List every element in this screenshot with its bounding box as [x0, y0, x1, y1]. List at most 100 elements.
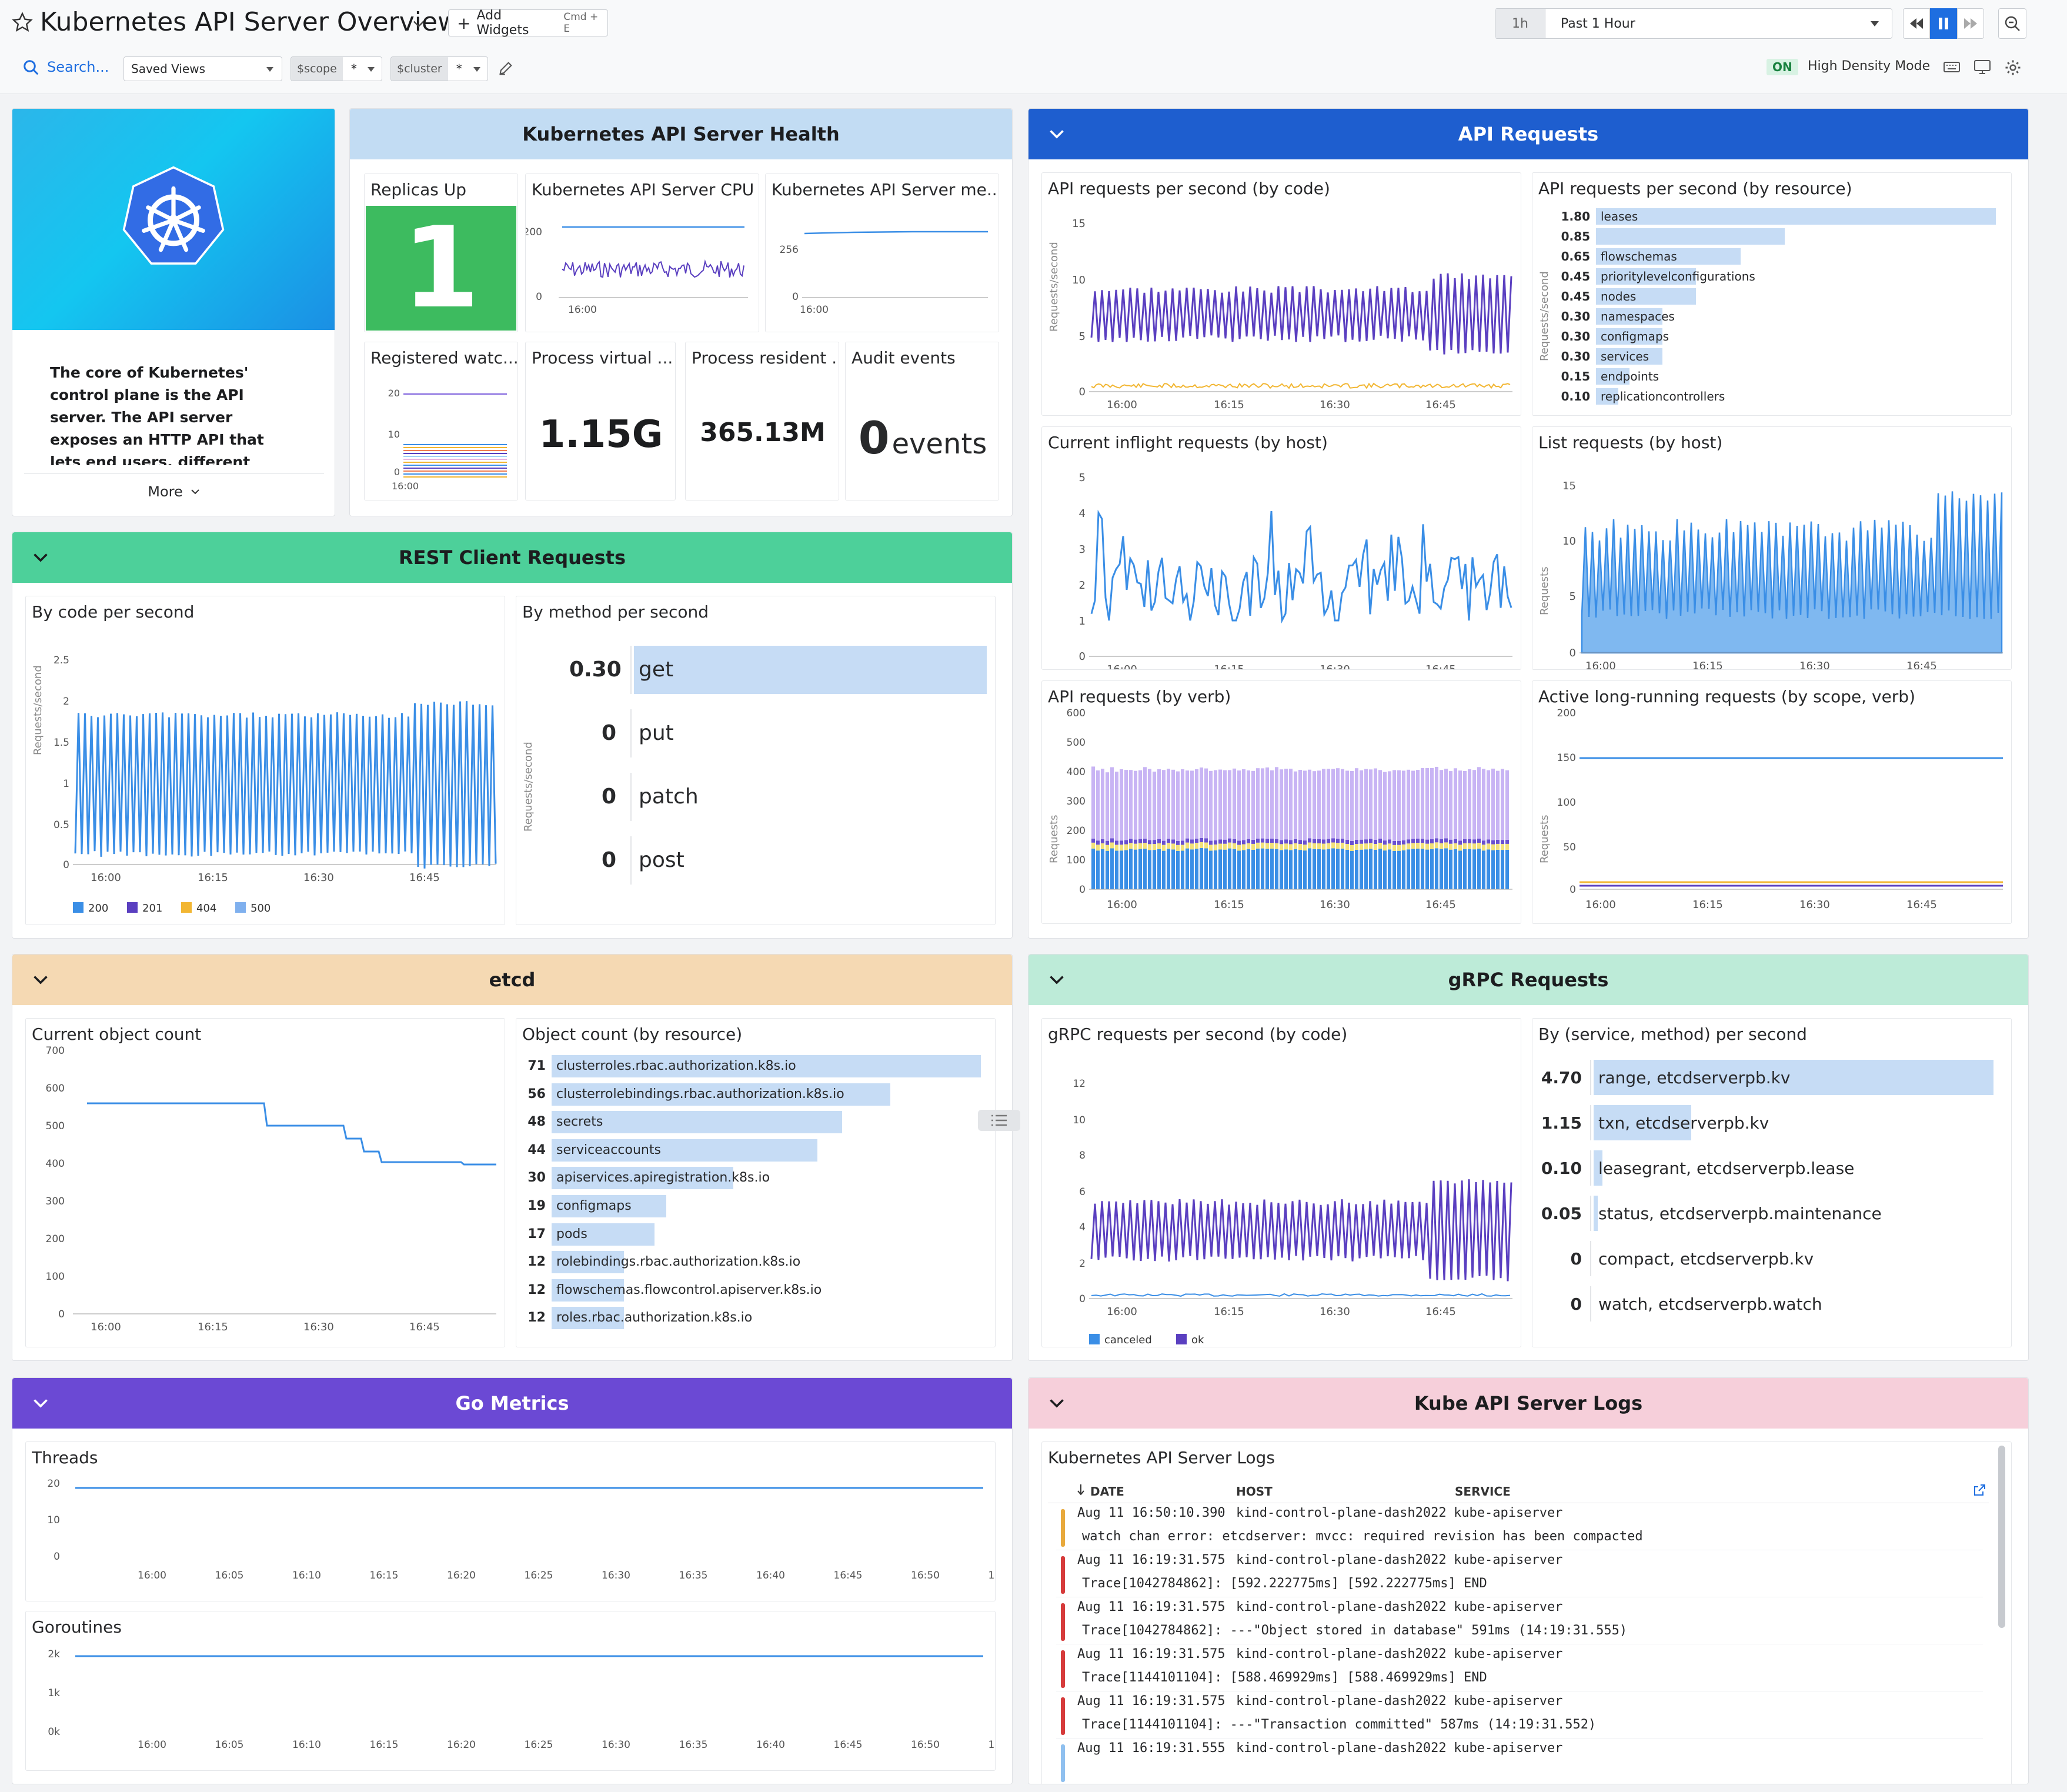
resource-row[interactable]: 0.45 prioritylevelconfigurations [1556, 267, 2003, 287]
resource-row[interactable]: 0.30 services [1556, 347, 2003, 367]
zoom-out-button[interactable] [1998, 8, 2026, 39]
grpc-header[interactable]: gRPC Requests [1029, 955, 2028, 1005]
chevron-down-icon[interactable] [30, 969, 51, 990]
log-row[interactable]: Aug 11 16:19:31.575 kind-control-plane-da… [1056, 1691, 1983, 1738]
inflight-widget[interactable]: Current inflight requests (by host) 5 4 3 2… [1041, 426, 1521, 670]
resource-row[interactable]: 1.80 leases [1556, 207, 2003, 227]
method-row[interactable]: 0 compact, etcdserverpb.kv [1532, 1237, 2003, 1283]
list-requests-widget[interactable]: List requests (by host) Requests 15 10 5 0 … [1532, 426, 2012, 670]
forward-button[interactable] [1957, 8, 1984, 39]
go-metrics-header[interactable]: Go Metrics [12, 1378, 1012, 1429]
api-by-resource-widget[interactable]: API requests per second (by resource) Re… [1532, 172, 2012, 416]
verb-bar-segment [1214, 770, 1217, 840]
api-requests-header[interactable]: API Requests [1029, 109, 2028, 159]
virtual-memory-widget[interactable]: Process virtual ... 1.15G [525, 342, 676, 500]
etcd-header[interactable]: etcd [12, 955, 1012, 1005]
density-toggle[interactable]: ON [1767, 59, 1798, 75]
resource-row[interactable]: 71 clusterroles.rbac.authorization.k8s.io [516, 1053, 987, 1081]
resource-row[interactable]: 0.30 namespaces [1556, 307, 2003, 327]
method-row[interactable]: 1.15 txn, etcdserverpb.kv [1532, 1102, 2003, 1147]
resource-row[interactable]: 12 rolebindings.rbac.authorization.k8s.io [516, 1249, 987, 1277]
method-row[interactable]: 0.10 leasegrant, etcdserverpb.lease [1532, 1147, 2003, 1192]
keyboard-icon[interactable] [1943, 60, 1961, 74]
watchers-widget[interactable]: Registered watc... 20 10 0 16:00 [364, 342, 518, 500]
cpu-widget[interactable]: Kubernetes API Server CPU ... 200 0 16:0… [525, 173, 759, 332]
rest-by-method-widget[interactable]: By method per second Requests/second 0.3… [516, 596, 996, 925]
resource-row[interactable]: 0.65 flowschemas [1556, 247, 2003, 267]
more-button[interactable]: More [24, 473, 324, 509]
memory-widget[interactable]: Kubernetes API Server me... 256 0 16:00 [765, 173, 999, 332]
chevron-down-icon[interactable] [1046, 1392, 1067, 1413]
resident-memory-widget[interactable]: Process resident ... 365.13M [685, 342, 839, 500]
resource-row[interactable]: 44 serviceaccounts [516, 1137, 987, 1165]
resource-row[interactable]: 19 configmaps [516, 1193, 987, 1221]
grpc-by-code-widget[interactable]: gRPC requests per second (by code) 12 10 8… [1041, 1018, 1521, 1347]
pencil-icon[interactable] [497, 60, 514, 76]
pause-button[interactable] [1930, 8, 1957, 39]
dashboard-title[interactable]: Kubernetes API Server Overview [40, 7, 459, 37]
col-service[interactable]: SERVICE [1455, 1484, 1511, 1499]
rest-by-code-widget[interactable]: By code per second Requests/second 2.5 2 1… [25, 596, 505, 925]
cluster-variable[interactable]: $cluster * [390, 56, 488, 81]
sort-down-icon[interactable] [1076, 1483, 1086, 1496]
log-row[interactable]: Aug 11 16:50:10.390 kind-control-plane-da… [1056, 1503, 1983, 1550]
replicas-widget[interactable]: Replicas Up 1 [364, 173, 518, 332]
bar-label: status, etcdserverpb.maintenance [1598, 1204, 1882, 1223]
resource-row[interactable]: 12 roles.rbac.authorization.k8s.io [516, 1304, 987, 1333]
chevron-down-icon[interactable] [1046, 123, 1067, 144]
method-row[interactable]: 0 patch [540, 765, 987, 828]
method-row[interactable]: 0 put [540, 701, 987, 765]
col-date[interactable]: DATE [1090, 1484, 1124, 1499]
resource-row[interactable]: 0.45 nodes [1556, 287, 2003, 307]
resource-row[interactable]: 48 secrets [516, 1109, 987, 1137]
gear-icon[interactable] [2004, 59, 2022, 76]
rewind-button[interactable] [1903, 8, 1930, 39]
object-count-widget[interactable]: Current object count 700 600 500 400 300 200 1… [25, 1018, 505, 1347]
log-row[interactable]: Aug 11 16:19:31.575 kind-control-plane-da… [1056, 1644, 1983, 1691]
resource-row[interactable]: 17 pods [516, 1221, 987, 1249]
object-by-resource-widget[interactable]: Object count (by resource) 71 clusterrole… [516, 1018, 996, 1347]
threads-widget[interactable]: Threads 20 10 0 16:00 16:05 16:10 16:15 16:20 1… [25, 1441, 996, 1601]
scope-variable[interactable]: $scope * [290, 56, 382, 81]
saved-views-select[interactable]: Saved Views [123, 56, 282, 81]
chevron-down-icon[interactable] [1046, 969, 1067, 990]
resource-row[interactable]: 0.10 replicationcontrollers [1556, 387, 2003, 407]
api-by-code-widget[interactable]: API requests per second (by code) Reques… [1041, 172, 1521, 416]
log-row[interactable]: Aug 11 16:19:31.575 kind-control-plane-da… [1056, 1597, 1983, 1644]
chevron-down-icon[interactable] [30, 1392, 51, 1413]
add-widgets-button[interactable]: + Add Widgets Cmd + E [448, 8, 608, 38]
search-link[interactable]: Search... [47, 59, 109, 75]
log-row[interactable]: Aug 11 16:19:31.575 kind-control-plane-da… [1056, 1550, 1983, 1597]
method-row[interactable]: 0.30 get [540, 638, 987, 701]
logs-scrollbar[interactable] [1998, 1446, 2005, 1628]
long-running-widget[interactable]: Active long-running requests (by scope, … [1532, 680, 2012, 924]
search-icon[interactable] [22, 59, 40, 76]
col-host[interactable]: HOST [1236, 1484, 1273, 1499]
api-by-verb-widget[interactable]: API requests (by verb) Requests 600 500 40… [1041, 680, 1521, 924]
goroutines-widget[interactable]: Goroutines 2k 1k 0k 16:00 16:05 16:10 16:15 16… [25, 1611, 996, 1771]
log-row[interactable]: Aug 11 16:19:31.555 kind-control-plane-da… [1056, 1738, 1983, 1784]
verb-bar-segment [1162, 840, 1166, 845]
resource-row[interactable]: 0.30 configmaps [1556, 327, 2003, 347]
grpc-by-method-widget[interactable]: By (service, method) per second 4.70 rang… [1532, 1018, 2012, 1347]
external-link-icon[interactable] [1972, 1483, 1986, 1497]
tv-mode-icon[interactable] [1973, 59, 1991, 75]
audit-events-widget[interactable]: Audit events 0events [845, 342, 999, 500]
logs-widget[interactable]: Kubernetes API Server Logs DATE HOST SER… [1041, 1441, 2012, 1784]
method-row[interactable]: 0 post [540, 828, 987, 892]
chevron-down-icon[interactable] [410, 15, 427, 32]
resource-row[interactable]: 30 apiservices.apiregistration.k8s.io [516, 1164, 987, 1193]
list-toggle-icon[interactable] [978, 1110, 1020, 1131]
resource-row[interactable]: 0.15 endpoints [1556, 367, 2003, 387]
chevron-down-icon[interactable] [30, 546, 51, 568]
time-range-select[interactable]: 1h Past 1 Hour [1495, 8, 1892, 39]
resource-row[interactable]: 12 flowschemas.flowcontrol.apiserver.k8s.… [516, 1277, 987, 1305]
star-icon[interactable] [12, 12, 33, 33]
method-row[interactable]: 0 watch, etcdserverpb.watch [1532, 1283, 2003, 1328]
rest-client-header[interactable]: REST Client Requests [12, 532, 1012, 583]
resource-row[interactable]: 0.85 [1556, 227, 2003, 247]
resource-row[interactable]: 56 clusterrolebindings.rbac.authorization… [516, 1081, 987, 1109]
logs-header[interactable]: Kube API Server Logs [1029, 1378, 2028, 1429]
method-row[interactable]: 4.70 range, etcdserverpb.kv [1532, 1056, 2003, 1102]
method-row[interactable]: 0.05 status, etcdserverpb.maintenance [1532, 1192, 2003, 1237]
